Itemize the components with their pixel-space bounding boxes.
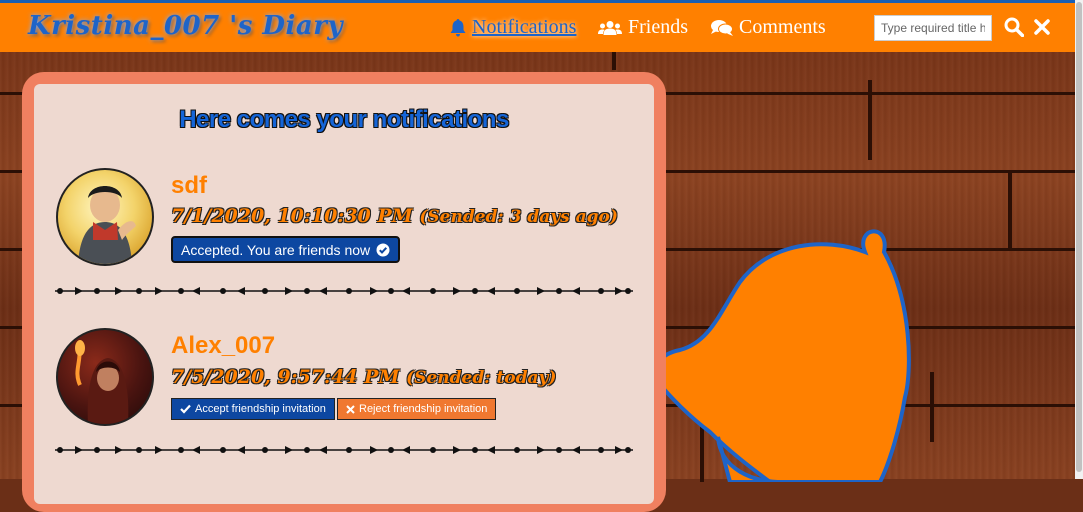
search-icon	[1004, 17, 1025, 38]
notification-sent-ago: (Sended: 3 days ago)	[419, 207, 618, 227]
bell-icon	[450, 18, 466, 36]
notification-sent-ago: (Sended: today)	[406, 368, 557, 388]
nav-comments[interactable]: Comments	[711, 16, 826, 39]
users-icon	[598, 20, 622, 35]
close-icon	[346, 404, 355, 414]
comments-icon	[711, 19, 733, 36]
notification-date: 7/1/2020, 10:10:30 PM	[171, 205, 413, 227]
reject-friendship-label: Reject friendship invitation	[359, 403, 488, 415]
check-icon	[180, 404, 191, 414]
ornament-divider	[55, 446, 633, 454]
nav-friends[interactable]: Friends	[598, 16, 688, 39]
bell-illustration	[653, 229, 911, 482]
nav-comments-label: Comments	[739, 16, 826, 38]
notification-datetime: 7/1/2020, 10:10:30 PM (Sended: 3 days ag…	[171, 205, 618, 227]
scrollbar-thumb[interactable]	[1076, 2, 1082, 472]
status-badge-label: Accepted. You are friends now	[181, 241, 371, 258]
reject-friendship-button[interactable]: Reject friendship invitation	[337, 398, 497, 420]
avatar[interactable]	[56, 328, 154, 426]
ornament-divider	[55, 287, 633, 295]
status-badge: Accepted. You are friends now	[171, 236, 401, 263]
page-scrollbar[interactable]	[1075, 0, 1083, 479]
search-button[interactable]	[1004, 17, 1025, 42]
avatar[interactable]	[56, 168, 154, 266]
notification-datetime: 7/5/2020, 9:57:44 PM (Sended: today)	[171, 366, 556, 388]
nav-friends-label: Friends	[628, 16, 688, 38]
notification-username[interactable]: sdf	[171, 172, 207, 200]
site-brand[interactable]: Kristina_007 's Diary	[28, 11, 343, 41]
notification-username[interactable]: Alex_007	[171, 332, 275, 360]
nav-notifications-label: Notifications	[472, 16, 577, 38]
search-input[interactable]	[874, 15, 992, 41]
clear-search-button[interactable]	[1034, 19, 1050, 40]
close-icon	[1034, 19, 1050, 35]
notification-date: 7/5/2020, 9:57:44 PM	[171, 366, 400, 388]
accept-friendship-label: Accept friendship invitation	[195, 403, 326, 415]
page-title: Here comes your notifications	[179, 106, 509, 133]
nav-notifications[interactable]: Notifications	[450, 16, 576, 39]
check-circle-icon	[376, 243, 390, 256]
accept-friendship-button[interactable]: Accept friendship invitation	[171, 398, 335, 420]
top-navbar: Kristina_007 's Diary Notifications Frie…	[0, 0, 1075, 52]
